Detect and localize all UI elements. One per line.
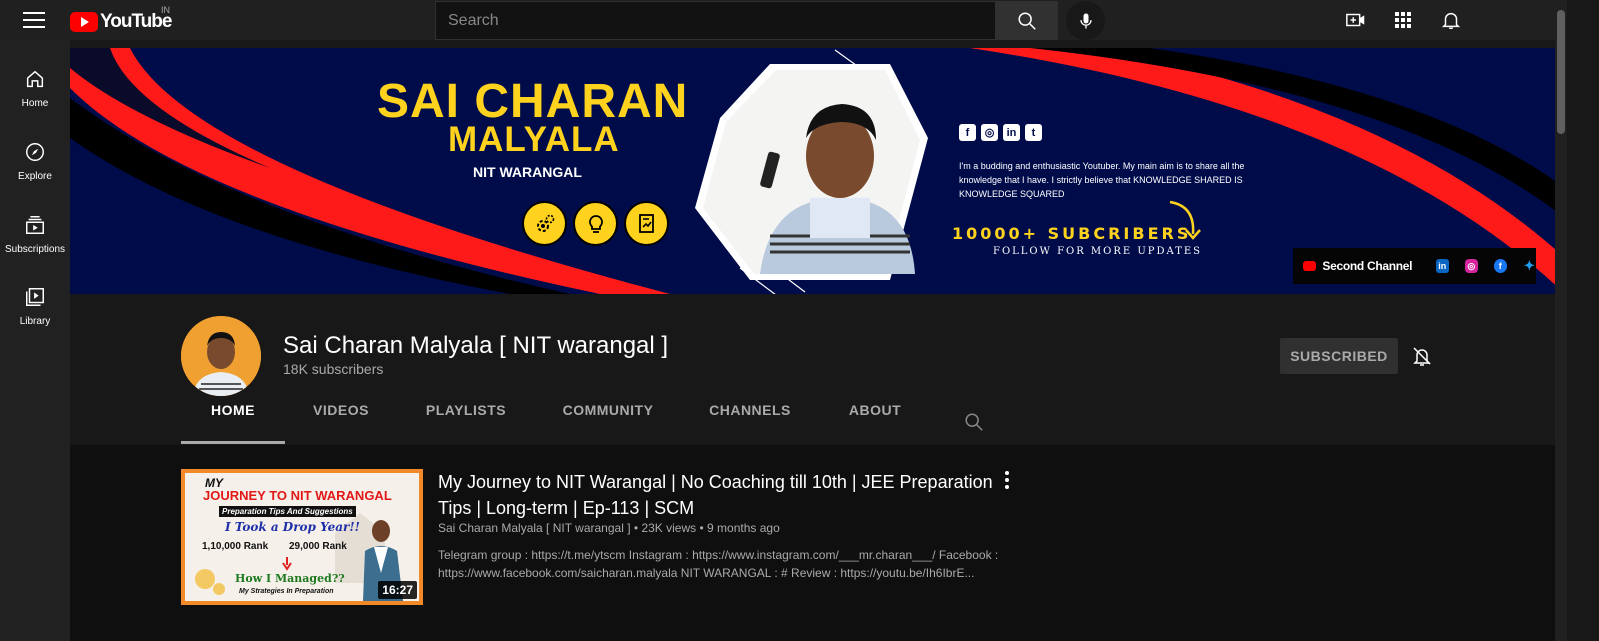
compass-icon [26, 143, 44, 161]
linkedin-link-icon[interactable]: in [1435, 259, 1449, 273]
thumbnail-rank-to: 29,000 Rank [289, 541, 347, 552]
facebook-icon[interactable]: f [959, 124, 976, 141]
video-description: Telegram group : https://t.me/ytscm Inst… [438, 548, 999, 580]
home-icon [26, 70, 44, 88]
library-icon [26, 288, 44, 306]
second-channel-link[interactable]: Second Channel [1322, 259, 1412, 273]
channel-header: Sai Charan Malyala [ NIT warangal ] 18K … [70, 294, 1555, 445]
microphone-icon [1079, 13, 1092, 28]
sidebar-item-explore[interactable]: Explore [0, 141, 70, 201]
search-input[interactable] [435, 1, 996, 40]
facebook-link-icon[interactable]: f [1493, 259, 1507, 273]
tab-playlists[interactable]: PLAYLISTS [414, 402, 518, 442]
thumbnail-how-managed: How I Managed?? [235, 572, 345, 585]
search-icon [965, 413, 983, 431]
youtube-icon [1303, 261, 1317, 271]
country-code: IN [161, 5, 170, 15]
scrollbar-thumb[interactable] [1557, 10, 1565, 134]
sidebar-item-label: Explore [18, 171, 52, 182]
sidebar-item-library[interactable]: Library [0, 286, 70, 346]
video-views: 23K views [641, 521, 697, 535]
twitter-link-icon[interactable]: ✦ [1523, 258, 1536, 273]
tab-videos[interactable]: VIDEOS [301, 402, 381, 442]
banner-college: NIT WARANGAL [473, 164, 582, 180]
lightbulb-icon [573, 201, 618, 246]
active-tab-indicator [181, 441, 285, 444]
youtube-play-icon [70, 12, 98, 32]
instagram-link-icon[interactable]: ◎ [1464, 259, 1478, 273]
sidebar-item-label: Home [21, 98, 49, 109]
video-thumbnail[interactable]: MY JOURNEY TO NIT WARANGAL Preparation T… [181, 469, 423, 605]
thumbnail-strategies: My Strategies In Preparation [239, 588, 334, 595]
banner-name-line2: MALYALA [448, 120, 620, 159]
thumbnail-drop-year: I Took a Drop Year!! [225, 520, 360, 534]
instagram-icon[interactable]: ◎ [981, 124, 998, 141]
channel-banner: SAI CHARAN MALYALA NIT WARANGAL f ◎ in t… [70, 48, 1565, 294]
subscribed-button[interactable]: SUBSCRIBED [1280, 338, 1398, 374]
gears-icon [522, 201, 567, 246]
sidebar: Home Explore Subscriptions Library [0, 40, 70, 641]
notification-off-button[interactable] [1410, 344, 1434, 368]
tab-about[interactable]: ABOUT [835, 402, 915, 442]
twitter-icon[interactable]: t [1025, 124, 1042, 141]
notifications-bell-icon [1441, 12, 1461, 29]
top-bar: YouTube IN [0, 0, 1555, 40]
banner-description: I'm a budding and enthusiastic Youtuber.… [959, 161, 1245, 199]
voice-search-button[interactable] [1066, 1, 1105, 40]
video-duration: 16:27 [378, 581, 417, 599]
tab-home[interactable]: HOME [181, 402, 285, 442]
youtube-logo[interactable]: YouTube IN [70, 5, 172, 33]
thumbnail-title: JOURNEY TO NIT WARANGAL [203, 488, 392, 503]
apps-grid-icon [1395, 12, 1411, 28]
video-title[interactable]: My Journey to NIT Warangal | No Coaching… [438, 469, 993, 521]
video-meta: Sai Charan Malyala [ NIT warangal ] • 23… [438, 521, 780, 535]
video-options-icon[interactable] [998, 469, 1016, 491]
sidebar-item-subscriptions[interactable]: Subscriptions [0, 214, 70, 274]
channel-name: Sai Charan Malyala [ NIT warangal ] [283, 332, 669, 359]
apps-button[interactable] [1391, 8, 1415, 32]
search-button[interactable] [996, 1, 1058, 40]
video-channel-name[interactable]: Sai Charan Malyala [ NIT warangal ] [438, 521, 631, 535]
thumbnail-rank-from: 1,10,000 Rank [202, 541, 269, 552]
report-chart-icon [624, 201, 669, 246]
menu-icon[interactable] [23, 10, 45, 30]
linkedin-icon[interactable]: in [1003, 124, 1020, 141]
page-scrollbar[interactable] [1555, 0, 1567, 641]
banner-links-bar: Second Channel in ◎ f ✦ [1293, 248, 1536, 284]
channel-search-button[interactable] [963, 411, 985, 433]
sidebar-item-label: Subscriptions [4, 244, 66, 255]
notifications-button[interactable] [1439, 8, 1463, 32]
thumbnail-subtitle: Preparation Tips And Suggestions [219, 506, 356, 517]
subscriptions-icon [26, 216, 44, 234]
channel-avatar[interactable] [181, 316, 261, 396]
sidebar-item-home[interactable]: Home [0, 68, 70, 128]
video-age: 9 months ago [707, 521, 780, 535]
bell-off-icon [1413, 347, 1431, 366]
channel-content: MY JOURNEY TO NIT WARANGAL Preparation T… [70, 445, 1555, 641]
banner-subscriber-goal: 10000+ SUBCRIBERS [952, 224, 1192, 243]
create-video-button[interactable] [1344, 8, 1368, 32]
create-video-icon [1346, 13, 1365, 27]
tab-channels[interactable]: CHANNELS [698, 402, 802, 442]
tab-community[interactable]: COMMUNITY [551, 402, 665, 442]
search-icon [1018, 11, 1036, 30]
subscriber-count: 18K subscribers [283, 361, 384, 377]
meta-separator: • [699, 521, 708, 535]
sidebar-item-label: Library [19, 316, 51, 327]
banner-follow-text: FOLLOW FOR MORE UPDATES [993, 246, 1203, 257]
